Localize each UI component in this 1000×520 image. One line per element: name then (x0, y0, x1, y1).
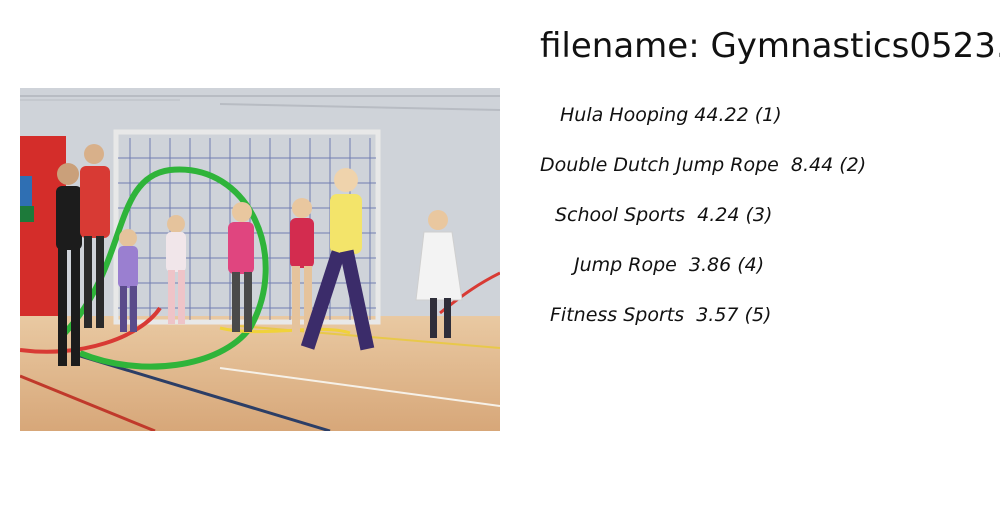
photo-illustration (20, 88, 500, 431)
prediction-item: Hula Hooping 44.22 (1) (560, 104, 782, 126)
gymnastics-photo (20, 88, 500, 431)
prediction-item: Jump Rope 3.86 (4) (574, 254, 765, 276)
prediction-item: School Sports 4.24 (3) (555, 204, 773, 226)
prediction-item: Double Dutch Jump Rope 8.44 (2) (540, 154, 867, 176)
prediction-item: Fitness Sports 3.57 (5) (550, 304, 772, 326)
filename-label: filename: Gymnastics0523.jpg (540, 26, 1000, 66)
prediction-list: Hula Hooping 44.22 (1) Double Dutch Jump… (540, 100, 980, 350)
